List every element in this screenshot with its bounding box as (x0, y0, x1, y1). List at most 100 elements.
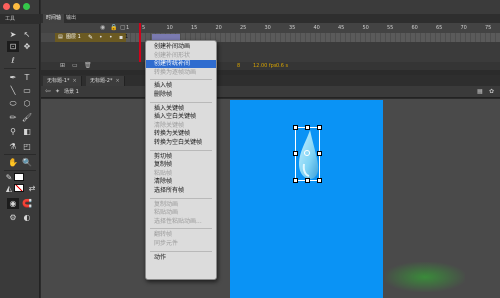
tab-output[interactable]: 输出 (63, 14, 79, 23)
close-icon[interactable]: × (116, 78, 120, 84)
eye-icon[interactable]: ◉ (100, 24, 105, 31)
frame-number[interactable]: 25 (240, 23, 246, 33)
tools-divider (4, 154, 36, 155)
transform-handle[interactable] (305, 125, 310, 130)
frame-number[interactable]: 40 (314, 23, 320, 33)
3d-rotation-tool-icon[interactable]: ✥ (21, 41, 33, 52)
pen-tool-icon[interactable]: ✒ (7, 72, 19, 83)
menu-item[interactable]: 复制帧 (146, 161, 216, 169)
pencil-tool-icon[interactable]: ✏ (7, 112, 19, 123)
paint-bucket-tool-icon[interactable]: ◧ (21, 126, 33, 137)
window-maximize-button[interactable] (23, 3, 30, 10)
transform-handle[interactable] (305, 178, 310, 183)
back-arrow-icon[interactable]: ⇦ (45, 87, 51, 95)
subselection-tool-icon[interactable]: ↖ (21, 29, 33, 40)
frame-number[interactable]: 55 (387, 23, 393, 33)
frame-number[interactable]: 45 (338, 23, 344, 33)
doc-tab-2[interactable]: 无标题-2* × (86, 76, 125, 86)
transform-point[interactable] (304, 150, 310, 156)
frame-number[interactable]: 15 (191, 23, 197, 33)
scene-icon: ✦ (55, 88, 61, 95)
new-layer-icon[interactable]: ⊞ (60, 62, 65, 70)
menu-item[interactable]: 选择所有帧 (146, 187, 216, 195)
menu-item[interactable]: 创建传统补间 (146, 60, 216, 69)
tab-timeline[interactable]: 时间轴 (43, 14, 65, 23)
transform-handle[interactable] (293, 125, 298, 130)
line-tool-icon[interactable]: ╲ (7, 85, 19, 96)
menu-item[interactable]: 转换为空白关键帧 (146, 139, 216, 147)
zoom-tool-icon[interactable]: 🔍 (21, 157, 33, 168)
frame-number[interactable]: 65 (436, 23, 442, 33)
eraser-tool-icon[interactable]: ◰ (21, 141, 33, 152)
lasso-tool-icon[interactable]: ℓ (7, 55, 19, 66)
menu-item[interactable]: 删除帧 (146, 91, 216, 99)
frame-number[interactable]: 10 (167, 23, 173, 33)
menu-separator (150, 250, 212, 252)
rectangle-tool-icon[interactable]: ▭ (21, 85, 33, 96)
oval-tool-icon[interactable]: ⬭ (7, 98, 19, 109)
elapsed-time[interactable]: 0.6 s (276, 62, 288, 70)
menu-item[interactable]: 创建补间动画 (146, 43, 216, 51)
option-icon[interactable]: ◐ (21, 212, 33, 223)
selection-tool-icon[interactable]: ➤ (7, 29, 19, 40)
layer-name[interactable]: 图层 1 (66, 33, 81, 42)
frame-number[interactable]: 50 (363, 23, 369, 33)
menu-item[interactable]: 插入帧 (146, 82, 216, 90)
transform-handle[interactable] (317, 151, 322, 156)
transform-handle[interactable] (317, 178, 322, 183)
menu-item[interactable]: 清除帧 (146, 178, 216, 186)
edit-symbol-icon[interactable]: ✿ (489, 88, 494, 95)
text-tool-icon[interactable]: T (21, 72, 33, 83)
menu-item[interactable]: 动作 (146, 254, 216, 262)
free-transform-tool-icon[interactable]: ⊡ (7, 41, 19, 52)
option-icon[interactable]: ⚙ (7, 212, 19, 223)
menu-item[interactable]: 插入空白关键帧 (146, 113, 216, 121)
doc-tab-1[interactable]: 无标题-1* × (43, 76, 82, 86)
frame-number[interactable]: 75 (485, 23, 491, 33)
fill-color-swatch[interactable] (14, 184, 24, 192)
hand-tool-icon[interactable]: ✋ (7, 157, 19, 168)
frame-number[interactable]: 20 (216, 23, 222, 33)
window-minimize-button[interactable] (13, 3, 20, 10)
menu-item: 清除关键帧 (154, 121, 185, 129)
frame-number[interactable]: 70 (461, 23, 467, 33)
polystar-tool-icon[interactable]: ⬡ (21, 98, 33, 109)
new-folder-icon[interactable]: ▭ (72, 62, 78, 70)
transform-handle[interactable] (293, 178, 298, 183)
keyframe-indicator[interactable]: 1 (125, 33, 128, 42)
transform-handle[interactable] (317, 125, 322, 130)
menu-item[interactable]: 插入关键帧 (146, 105, 216, 113)
bone-tool-icon[interactable]: ⚲ (7, 126, 19, 137)
scene-label[interactable]: 场景 1 (64, 88, 79, 96)
frame-rate[interactable]: 12.00 fps (253, 62, 276, 70)
window-close-button[interactable] (3, 3, 10, 10)
stroke-color-swatch[interactable] (14, 173, 24, 181)
delete-layer-icon[interactable]: 🗑 (84, 62, 92, 70)
menu-item: 创建补间形状 (154, 51, 191, 59)
frame-number[interactable]: 5 (142, 23, 145, 33)
tools-divider (4, 68, 36, 69)
frame-number[interactable]: 35 (289, 23, 295, 33)
outline-icon[interactable]: ▢ (120, 24, 126, 31)
menu-separator (150, 228, 212, 230)
menu-item[interactable]: 剪切帧 (146, 153, 216, 161)
menu-separator (150, 149, 212, 151)
close-icon[interactable]: × (73, 78, 77, 84)
current-frame[interactable]: 8 (237, 62, 240, 70)
layer-visible-dot[interactable]: • (99, 33, 103, 42)
layer-lock-dot[interactable]: • (109, 33, 113, 42)
swap-colors-icon[interactable]: ⇄ (26, 183, 38, 194)
layer-outline-box[interactable]: ▪ (119, 33, 123, 42)
brush-tool-icon[interactable]: 🖌 (21, 112, 33, 123)
menu-item[interactable]: 转换为关键帧 (146, 130, 216, 138)
object-drawing-icon[interactable]: ◉ (7, 198, 19, 209)
frame-number[interactable]: 30 (265, 23, 271, 33)
edit-scene-icon[interactable]: ▦ (477, 88, 483, 95)
frame-number[interactable]: 60 (412, 23, 418, 33)
lock-icon[interactable]: 🔒 (110, 24, 117, 31)
transform-handle[interactable] (293, 151, 298, 156)
menu-item: 转换为逐帧动画 (154, 68, 197, 76)
snap-to-objects-icon[interactable]: 🧲 (21, 198, 33, 209)
eyedropper-tool-icon[interactable]: ⚗ (7, 141, 19, 152)
frame-number[interactable]: 1 (126, 23, 129, 33)
